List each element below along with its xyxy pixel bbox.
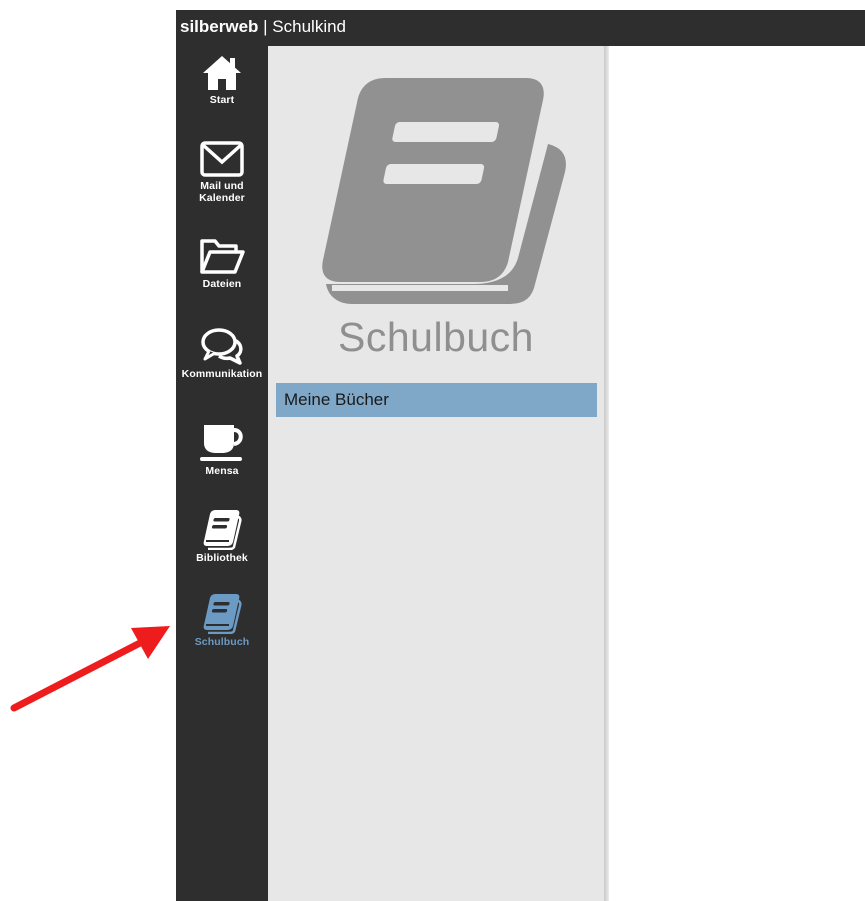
nav-item-dateien[interactable]: Dateien: [176, 236, 268, 290]
nav-item-mensa[interactable]: Mensa: [176, 423, 268, 477]
chat-bubbles-icon: [201, 328, 243, 365]
home-icon: [203, 56, 241, 90]
nav-item-label: Bibliothek: [196, 552, 248, 564]
my-books-link[interactable]: Meine Bücher: [276, 383, 597, 417]
envelope-icon: [200, 141, 244, 177]
sidebar-nav: Start Mail und Kalender Dateien Kommunik…: [176, 46, 268, 901]
book-icon: [203, 510, 242, 550]
account-context: Schulkind: [272, 17, 347, 36]
panel-title: Schulbuch: [338, 314, 534, 360]
brand-name: silberweb: [180, 17, 259, 36]
book-icon: [322, 78, 566, 304]
title-separator: |: [258, 17, 273, 36]
nav-item-start[interactable]: Start: [176, 54, 268, 106]
schulbuch-panel: Schulbuch Meine Bücher: [268, 46, 604, 901]
nav-item-label: Dateien: [202, 278, 242, 290]
nav-item-label: Start: [209, 94, 235, 106]
folder-icon: [200, 239, 245, 274]
nav-item-label: Kommunikation: [181, 368, 263, 380]
nav-item-label: Schulbuch: [194, 636, 250, 648]
book-icon: [203, 594, 242, 634]
top-bar: silberweb | Schulkind: [176, 10, 865, 46]
nav-item-label: Mensa: [205, 465, 239, 477]
panel-divider: [604, 46, 609, 901]
nav-item-kommunikation[interactable]: Kommunikation: [176, 326, 268, 380]
nav-item-label: Mail und Kalender: [199, 180, 245, 204]
nav-item-mail-und-kalender[interactable]: Mail und Kalender: [176, 140, 268, 204]
nav-item-schulbuch[interactable]: Schulbuch: [176, 592, 268, 648]
nav-item-bibliothek[interactable]: Bibliothek: [176, 508, 268, 564]
coffee-cup-icon: [200, 425, 243, 461]
